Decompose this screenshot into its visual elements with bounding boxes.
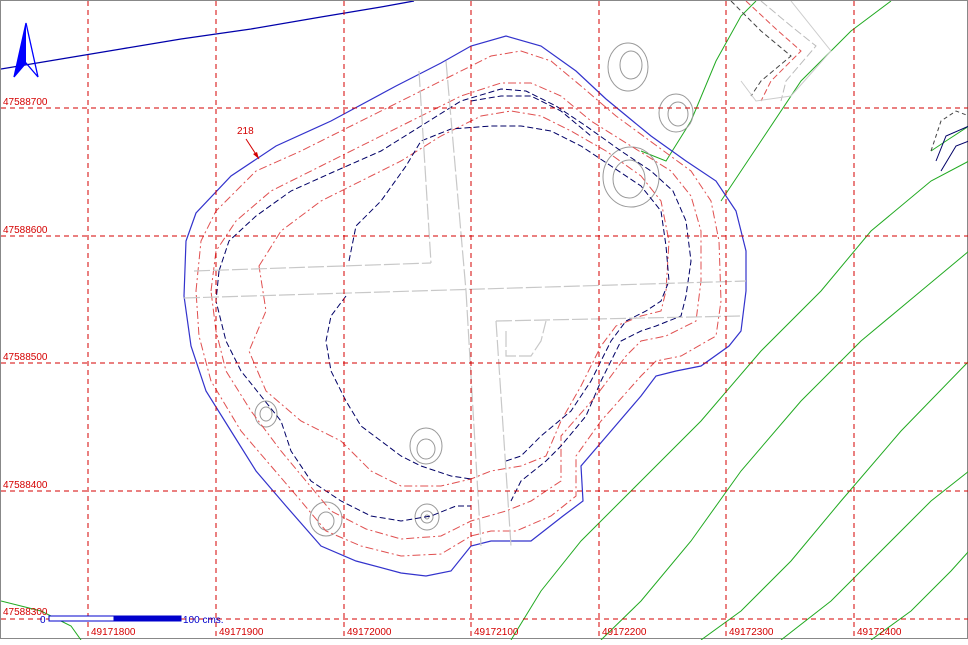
y-label-1: 47588700 [3,97,48,108]
corner-feature [730,0,968,172]
contour-label: 218 [237,126,254,137]
x-label-1: 49171800 [91,627,136,638]
x-label-2: 49171900 [219,627,264,638]
x-label-7: 49172400 [857,627,902,638]
scale-bar-left [48,615,115,622]
x-label-3: 49172000 [347,627,392,638]
scale-bar-right [113,615,182,622]
x-label-4: 49172100 [474,627,519,638]
dark-contours [215,88,692,522]
y-axis-labels: 47588700 47588600 47588500 47588400 4758… [3,97,48,618]
y-label-2: 47588600 [3,225,48,236]
north-arrow-icon [13,22,39,78]
vegetation-lines [0,0,968,641]
access-paths [183,60,747,547]
topographic-map[interactable]: 47588700 47588600 47588500 47588400 4758… [0,0,968,641]
boundary-line [0,0,415,70]
site-outline [183,35,747,577]
x-label-5: 49172200 [602,627,647,638]
scale-end-label: 100 cms. [183,615,224,626]
scale-start-label: 0 [40,615,46,626]
map-svg: 47588700 47588600 47588500 47588400 4758… [0,0,968,641]
coordinate-grid [1,1,968,640]
contour-annotation: 218 [237,126,260,160]
y-label-3: 47588500 [3,352,48,363]
contour-pointer-head [253,152,259,159]
x-axis-labels: 49171800 49171900 49172000 49172100 4917… [91,627,902,638]
x-label-6: 49172300 [729,627,774,638]
y-label-4: 47588400 [3,480,48,491]
